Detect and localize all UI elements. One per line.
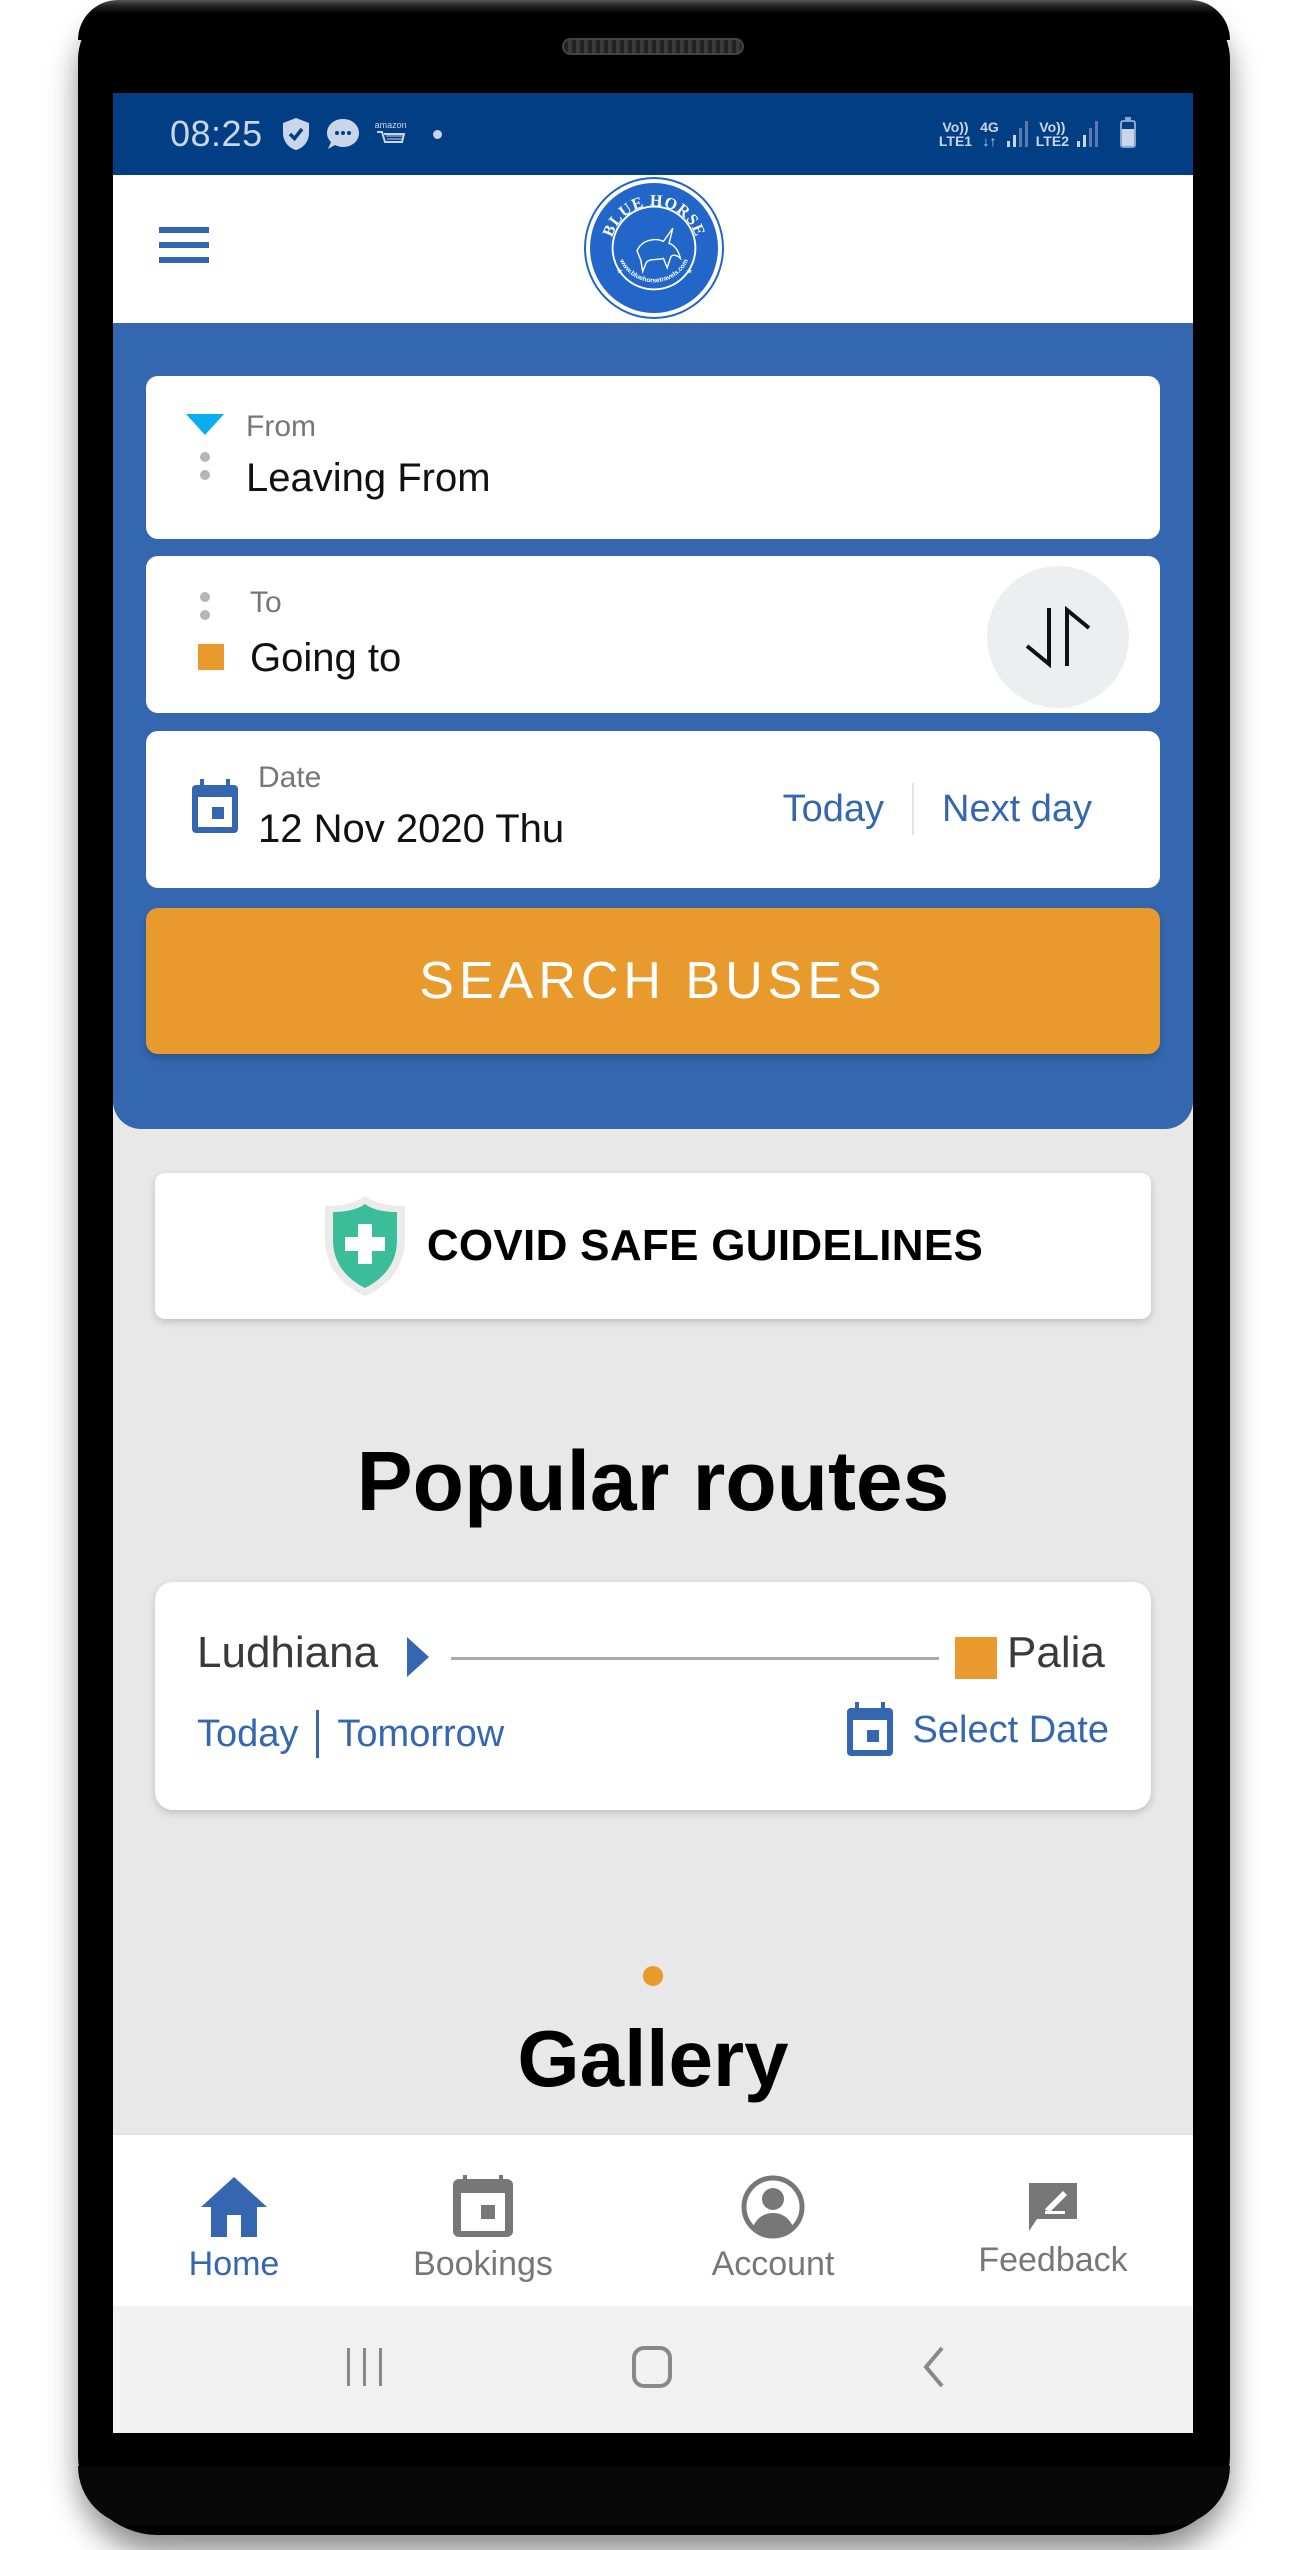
route-destination: Palia — [1007, 1628, 1105, 1677]
from-marker-icon — [186, 414, 224, 435]
nav-item-account[interactable]: Account — [693, 2175, 853, 2284]
phone-chin — [78, 2466, 1230, 2526]
sim2-signal-icon — [1077, 121, 1098, 147]
amazon-cart-icon: amazon — [375, 120, 407, 148]
swap-vertical-icon — [1025, 605, 1091, 669]
system-navigation-bar — [113, 2306, 1193, 2433]
from-label: From — [246, 410, 316, 443]
bottom-navigation: Home Bookings Account Feedback — [113, 2133, 1193, 2306]
date-quick-links: Today Next day — [783, 783, 1092, 835]
app-header: BLUE HORSE www.bluehorsetravels.com ★ ★ — [113, 175, 1193, 323]
gallery-title: Gallery — [517, 2014, 789, 2103]
to-input[interactable]: Going to — [250, 636, 401, 681]
dots-connector-icon — [200, 452, 210, 488]
shield-plus-icon — [324, 1196, 405, 1296]
back-button[interactable] — [918, 2344, 948, 2395]
from-input[interactable]: Leaving From — [246, 456, 491, 501]
route-date-links: Today Tomorrow — [197, 1710, 504, 1758]
date-field[interactable]: Date 12 Nov 2020 Thu Today Next day — [146, 731, 1160, 888]
blue-horse-logo: BLUE HORSE www.bluehorsetravels.com ★ ★ — [586, 179, 722, 317]
recent-apps-button[interactable] — [345, 2344, 385, 2393]
nav-label-feedback: Feedback — [978, 2241, 1128, 2279]
route-origin: Ludhiana — [197, 1628, 379, 1677]
search-buses-button[interactable]: SEARCH BUSES — [146, 908, 1160, 1054]
hamburger-icon[interactable] — [159, 227, 209, 263]
swap-button[interactable] — [987, 566, 1129, 708]
today-link[interactable]: Today — [783, 788, 884, 831]
route-destination-marker-icon — [955, 1637, 997, 1679]
calendar-icon — [453, 2175, 513, 2237]
status-time: 08:25 — [170, 113, 263, 154]
screen: 08:25 amazon Vo)) LTE1 4G ↓↑ Vo)) LTE2 B… — [113, 93, 1193, 2433]
route-today-link[interactable]: Today — [197, 1713, 298, 1756]
svg-text:★: ★ — [616, 266, 623, 275]
search-panel: From Leaving From To Going to Date 12 No… — [113, 323, 1193, 1129]
date-link-divider — [912, 783, 915, 835]
back-chevron-icon — [923, 2346, 944, 2388]
route-line — [451, 1657, 939, 1660]
phone-speaker — [562, 38, 744, 55]
covid-guidelines-label: COVID SAFE GUIDELINES — [426, 1221, 984, 1270]
nav-label-bookings: Bookings — [413, 2245, 553, 2283]
svg-text:★: ★ — [686, 266, 693, 275]
phone-top-edge — [78, 0, 1230, 40]
feedback-icon — [1029, 2183, 1077, 2231]
chat-bubble-icon — [325, 117, 361, 151]
date-value[interactable]: 12 Nov 2020 Thu — [258, 807, 564, 852]
status-right-icons: Vo)) LTE1 4G ↓↑ Vo)) LTE2 — [938, 117, 1136, 149]
dots-connector-icon — [200, 592, 210, 628]
sim1-volte-indicator: Vo)) LTE1 — [938, 119, 973, 149]
to-marker-icon — [198, 644, 224, 670]
to-label: To — [250, 586, 282, 619]
shield-check-icon — [281, 117, 311, 151]
battery-charging-icon — [1120, 117, 1136, 148]
home-icon — [201, 2177, 267, 2237]
notification-dot-icon — [432, 129, 442, 139]
status-bar: 08:25 amazon Vo)) LTE1 4G ↓↑ Vo)) LTE2 — [113, 93, 1193, 175]
route-card[interactable]: Ludhiana Palia Today Tomorrow Select Dat… — [155, 1582, 1151, 1810]
nav-label-account: Account — [711, 2245, 835, 2283]
sim1-signal-icon — [1006, 121, 1028, 147]
account-circle-icon — [741, 2175, 805, 2239]
calendar-icon — [846, 1702, 893, 1756]
calendar-icon — [192, 779, 238, 833]
from-field[interactable]: From Leaving From — [146, 376, 1160, 539]
home-circle-icon — [632, 2346, 672, 2388]
popular-routes-title: Popular routes — [356, 1434, 950, 1528]
route-origin-arrow-icon — [407, 1637, 429, 1677]
date-label: Date — [258, 761, 322, 794]
carousel-indicator-dot[interactable] — [643, 1966, 663, 1986]
nav-item-feedback[interactable]: Feedback — [963, 2175, 1143, 2280]
covid-guidelines-banner[interactable]: COVID SAFE GUIDELINES — [155, 1173, 1151, 1319]
route-tomorrow-link[interactable]: Tomorrow — [337, 1713, 504, 1756]
nav-item-bookings[interactable]: Bookings — [403, 2175, 563, 2284]
sim2-volte-indicator: Vo)) LTE2 — [1035, 119, 1069, 149]
select-date-label: Select Date — [912, 1708, 1109, 1751]
home-system-button[interactable] — [630, 2344, 676, 2395]
recent-apps-icon — [347, 2348, 382, 2386]
route-select-date-button[interactable]: Select Date — [845, 1702, 1109, 1758]
route-link-divider — [316, 1710, 320, 1758]
data-4g-indicator: 4G ↓↑ — [980, 119, 999, 149]
nav-item-home[interactable]: Home — [159, 2175, 309, 2284]
nav-label-home: Home — [188, 2245, 280, 2283]
amazon-label: amazon — [374, 120, 407, 130]
next-day-link[interactable]: Next day — [942, 788, 1092, 831]
svg-text:BLUE HORSE: BLUE HORSE — [600, 192, 708, 239]
